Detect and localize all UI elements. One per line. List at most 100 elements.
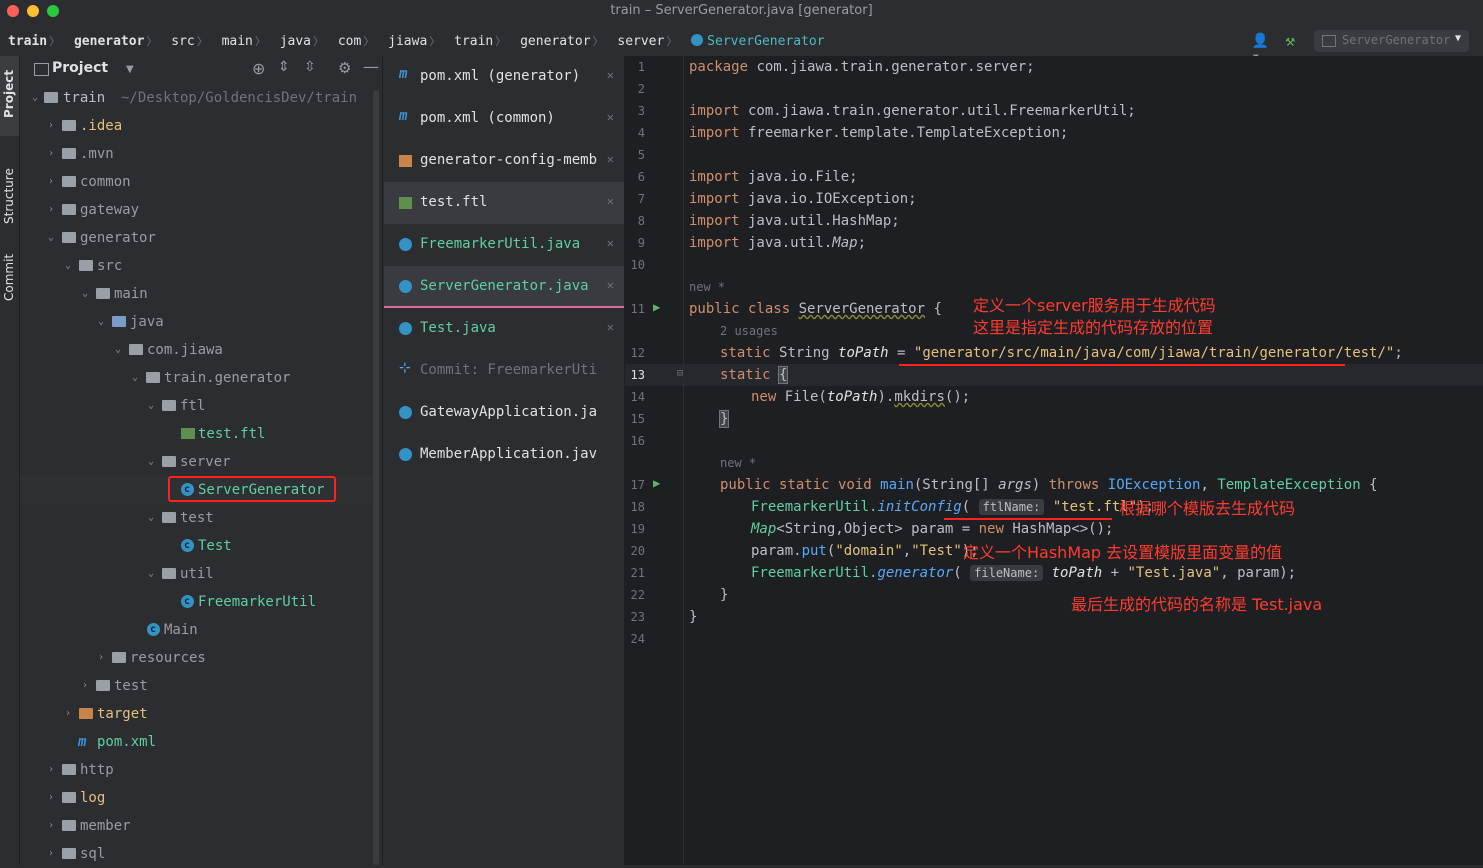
tree-item-freemarkerutil[interactable]: FreemarkerUtil (20, 588, 372, 616)
code-token: , (902, 543, 912, 559)
chevron-down-icon[interactable]: ▼ (126, 64, 134, 75)
gear-icon[interactable]: ⚙ (338, 59, 351, 77)
breadcrumb-item[interactable]: train (454, 34, 493, 49)
line-number: 17 (630, 478, 645, 492)
close-icon[interactable]: ✕ (607, 278, 614, 292)
tree-item-test-folder[interactable]: › test (20, 672, 372, 700)
folder-icon (96, 680, 110, 691)
close-icon[interactable]: ✕ (607, 236, 614, 250)
line-number: 13 (630, 368, 645, 382)
tree-item-label: http (80, 762, 114, 778)
tree-item-member[interactable]: › member (20, 812, 372, 840)
close-icon[interactable]: ✕ (607, 152, 614, 166)
tree-item-generator[interactable]: ⌄ generator (20, 224, 372, 252)
code-token: , param); (1220, 565, 1297, 581)
tree-item-http[interactable]: › http (20, 756, 372, 784)
breadcrumb-item[interactable]: com (338, 34, 361, 49)
tree-item-resources[interactable]: › resources (20, 644, 372, 672)
vertical-scrollbar[interactable] (373, 90, 379, 865)
breadcrumb-item[interactable]: generator (74, 34, 144, 49)
tree-item-sql[interactable]: › sql (20, 840, 372, 868)
fold-icon[interactable]: ⊟ (677, 368, 683, 379)
locate-icon[interactable]: ⊕ (252, 59, 265, 78)
tree-item-mvn[interactable]: › .mvn (20, 140, 372, 168)
tab-generator-config[interactable]: generator-config-memb ✕ (384, 140, 624, 182)
collapse-all-icon[interactable]: ⇳ (304, 59, 316, 75)
line-number: 24 (630, 632, 645, 646)
structure-tool-tab[interactable]: Structure (0, 148, 19, 238)
parameter-hint: fileName: (970, 565, 1044, 581)
tab-pom-common[interactable]: m pom.xml (common) ✕ (384, 98, 624, 140)
tree-item-log[interactable]: › log (20, 784, 372, 812)
build-hammer-icon[interactable]: ⚒ (1285, 31, 1295, 50)
package-icon (146, 372, 160, 383)
tab-pom-generator[interactable]: m pom.xml (generator) ✕ (384, 56, 624, 98)
tab-test-ftl[interactable]: test.ftl ✕ (384, 182, 624, 224)
tree-item-gateway[interactable]: › gateway (20, 196, 372, 224)
tree-item-ftl[interactable]: ⌄ ftl (20, 392, 372, 420)
chevron-down-icon: ⌄ (65, 260, 72, 271)
tree-item-java[interactable]: ⌄ java (20, 308, 372, 336)
close-icon[interactable]: ✕ (607, 68, 614, 82)
breadcrumb-item[interactable]: java (280, 34, 311, 49)
code-line: static { (720, 364, 789, 386)
tab-memberapplication[interactable]: MemberApplication.jav (384, 434, 624, 476)
code-editor[interactable]: package com.jiawa.train.generator.server… (684, 56, 1483, 865)
tab-servergenerator[interactable]: ServerGenerator.java ✕ (384, 266, 624, 308)
code-token: HashMap<>(); (1012, 521, 1114, 537)
breadcrumb-item[interactable]: train (8, 34, 47, 49)
tree-item-idea[interactable]: › .idea (20, 112, 372, 140)
spring-class-icon (399, 448, 412, 461)
author-hint[interactable]: new * (689, 276, 725, 298)
usages-hint[interactable]: 2 usages (720, 320, 778, 342)
excluded-folder-icon (79, 708, 93, 719)
code-token: Map (751, 521, 777, 537)
breadcrumb-item[interactable]: src (171, 34, 194, 49)
tree-item-main-class[interactable]: Main (20, 616, 372, 644)
run-configuration-select[interactable]: ServerGenerator ▼ (1314, 30, 1469, 52)
tree-item-train-generator[interactable]: ⌄ train.generator (20, 364, 372, 392)
tab-commit[interactable]: ⊹ Commit: FreemarkerUti (384, 350, 624, 392)
close-icon[interactable]: ✕ (607, 194, 614, 208)
tree-item-target[interactable]: › target (20, 700, 372, 728)
breadcrumb-item[interactable]: server (617, 34, 664, 49)
tree-item-src[interactable]: ⌄ src (20, 252, 372, 280)
tab-gatewayapplication[interactable]: GatewayApplication.ja (384, 392, 624, 434)
tree-item-test-ftl[interactable]: test.ftl (20, 420, 372, 448)
code-line: static String toPath = "generator/src/ma… (720, 342, 1403, 364)
code-token: throws (1048, 477, 1108, 493)
tree-item-main[interactable]: ⌄ main (20, 280, 372, 308)
package-icon (129, 344, 143, 355)
code-token: main (880, 477, 914, 493)
folder-icon (79, 260, 93, 271)
project-tool-tab[interactable]: Project (0, 56, 19, 136)
breadcrumb-item[interactable]: main (222, 34, 253, 49)
tree-item-pom[interactable]: m pom.xml (20, 728, 372, 756)
minimize-icon[interactable]: — (363, 57, 379, 76)
breadcrumb-item[interactable]: jiawa (388, 34, 427, 49)
close-icon[interactable]: ✕ (607, 110, 614, 124)
tree-item-common[interactable]: › common (20, 168, 372, 196)
tree-item-test-class[interactable]: Test (20, 532, 372, 560)
tab-freemarkerutil[interactable]: FreemarkerUtil.java ✕ (384, 224, 624, 266)
breadcrumb-item[interactable]: ServerGenerator (707, 34, 824, 49)
author-hint[interactable]: new * (720, 452, 756, 474)
tree-item-test-package[interactable]: ⌄ test (20, 504, 372, 532)
tree-item-label: generator (80, 230, 156, 246)
close-icon[interactable]: ✕ (607, 320, 614, 334)
commit-tool-tab[interactable]: Commit (0, 251, 19, 321)
tree-item-server[interactable]: ⌄ server (20, 448, 372, 476)
breadcrumb-item[interactable]: generator (520, 34, 590, 49)
project-panel-title[interactable]: Project (52, 60, 108, 76)
tab-test-java[interactable]: Test.java ✕ (384, 308, 624, 350)
code-token: put (801, 543, 827, 559)
tree-item-train[interactable]: ⌄ train ~/Desktop/GoldencisDev/train (20, 84, 372, 112)
tree-item-util[interactable]: ⌄ util (20, 560, 372, 588)
run-gutter-icon[interactable]: ▶ (653, 476, 660, 490)
expand-all-icon[interactable]: ⇕ (278, 59, 290, 75)
tree-item-servergenerator[interactable]: ServerGenerator (20, 476, 372, 504)
run-gutter-icon[interactable]: ▶ (653, 300, 660, 314)
code-line: import java.io.File; (689, 166, 858, 188)
tree-item-com-jiawa[interactable]: ⌄ com.jiawa (20, 336, 372, 364)
tab-label: Test.java (420, 320, 496, 336)
